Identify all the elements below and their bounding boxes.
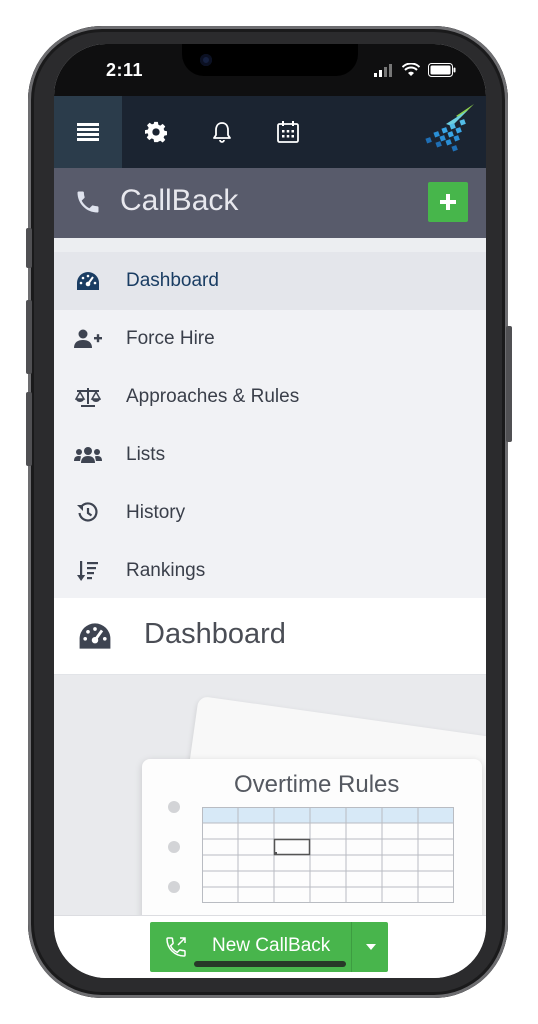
status-time: 2:11 [106,60,144,80]
mute-switch [26,228,32,268]
paper-front: Overtime Rules [142,759,482,915]
users-icon [74,443,102,467]
app-toolbar [54,96,486,168]
menu-item-label: Rankings [126,560,206,581]
logo-icon [425,104,474,152]
menu-item-label: Dashboard [126,270,219,291]
binder-hole [168,881,180,893]
calendar-button[interactable] [254,96,322,168]
gauge-icon [74,269,102,293]
home-indicator[interactable] [194,961,346,967]
caret-down-icon[interactable] [366,944,376,950]
front-camera [200,54,212,66]
page-title: Dashboard [144,618,286,650]
button-divider [351,922,352,972]
signal-icon [374,64,392,77]
phone-icon [77,191,99,213]
user-plus-icon [74,327,102,351]
menu-item-dashboard[interactable]: Dashboard [54,252,486,310]
sort-icon [74,559,102,583]
calendar-icon [277,121,299,143]
menu-button[interactable] [54,96,122,168]
menu-top-strip [54,238,486,252]
menu-item-rankings[interactable]: Rankings [54,542,486,600]
section-title: CallBack [120,184,239,217]
menu-item-label: Approaches & Rules [126,386,300,407]
spreadsheet-grid [202,807,454,903]
wifi-icon [402,63,420,76]
dashboard-title-bar: Dashboard [54,598,486,675]
binder-hole [168,801,180,813]
power-button [506,326,512,442]
settings-button[interactable] [122,96,190,168]
status-bar: 2:11 [54,44,486,96]
battery-icon [428,63,456,77]
bell-icon [213,122,231,143]
menu-icon [77,123,99,141]
gauge-icon [79,623,111,649]
gear-icon [145,121,167,143]
illustration-title: Overtime Rules [234,771,400,798]
notifications-button[interactable] [188,96,256,168]
menu-item-label: Force Hire [126,328,215,349]
menu-item-label: History [126,502,186,523]
binder-hole [168,841,180,853]
menu-item-force-hire[interactable]: Force Hire [54,310,486,368]
plus-icon [440,194,456,210]
menu-item-lists[interactable]: Lists [54,426,486,484]
bottom-action-bar: New CallBack [54,915,486,978]
side-menu: Dashboard Force Hire Approaches & Rules … [54,238,486,598]
overtime-rules-illustration: Overtime Rules [54,675,486,915]
volume-up-button [26,300,32,374]
balance-scale-icon [74,385,102,409]
menu-item-approaches-rules[interactable]: Approaches & Rules [54,368,486,426]
menu-item-history[interactable]: History [54,484,486,542]
section-header: CallBack [54,168,486,238]
add-button[interactable] [428,182,468,222]
phone-screen: 2:11 CallBack Dashboard Force Hire Appro… [54,44,486,978]
status-icons [374,62,456,78]
volume-down-button [26,392,32,466]
menu-item-label: Lists [126,444,166,465]
history-icon [74,501,102,525]
new-callback-label: New CallBack [212,935,331,956]
outgoing-call-icon [166,937,186,957]
